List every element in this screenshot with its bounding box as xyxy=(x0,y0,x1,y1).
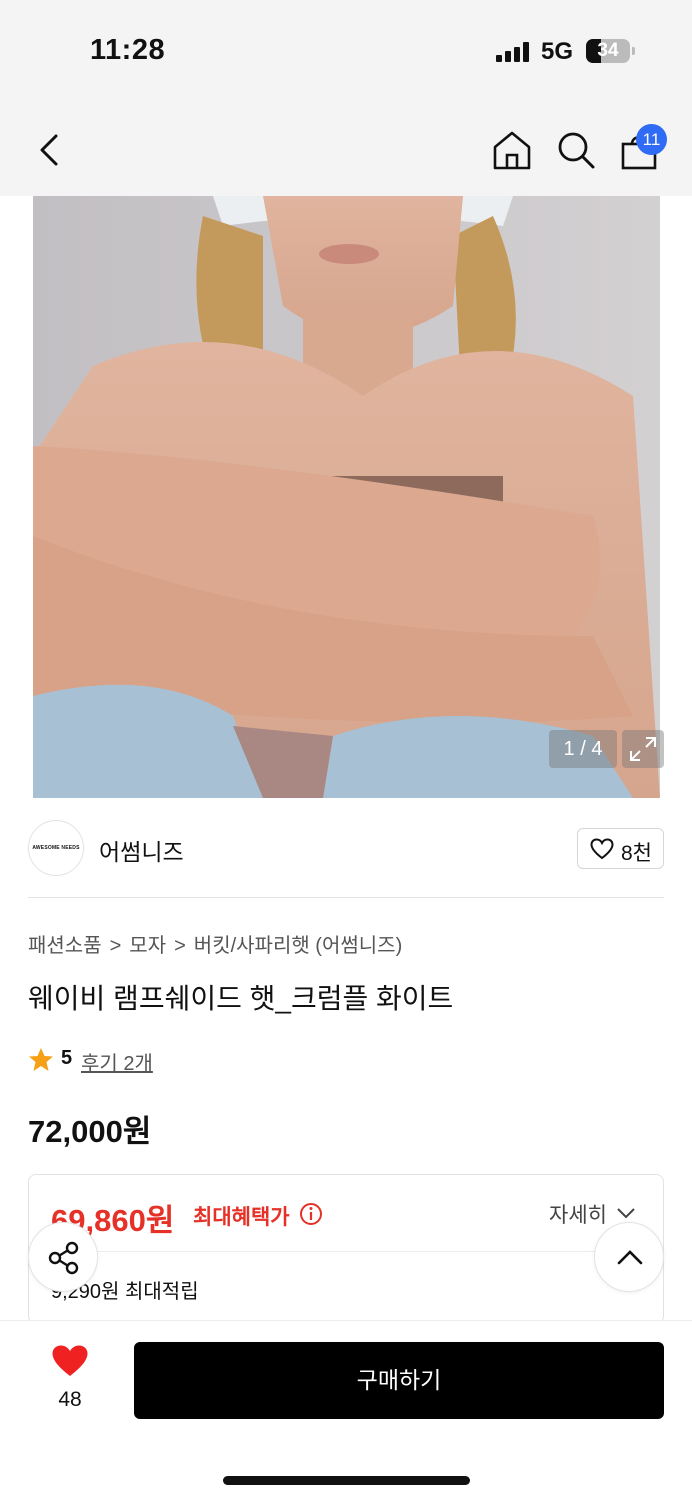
image-counter: 1 / 4 xyxy=(549,730,617,768)
status-time: 11:28 xyxy=(90,34,166,66)
brand-like-count: 8천 xyxy=(621,842,652,865)
top-nav-bar xyxy=(0,100,692,196)
review-link[interactable]: 후기 2개 xyxy=(81,1047,153,1076)
chevron-right-icon: > xyxy=(174,935,186,957)
expand-image-button[interactable] xyxy=(622,730,664,768)
chevron-down-icon xyxy=(617,1208,635,1219)
buy-button[interactable]: 구매하기 xyxy=(134,1342,664,1419)
rating-score: 5 xyxy=(61,1047,73,1069)
divider xyxy=(29,1251,663,1252)
brand-name[interactable]: 어썸니즈 xyxy=(99,833,184,867)
cart-count-badge: 11 xyxy=(636,124,667,155)
product-title: 웨이비 램프쉐이드 햇_크럼플 화이트 xyxy=(28,983,454,1014)
battery-level: 34 xyxy=(597,40,619,61)
wishlist-count: 48 xyxy=(58,1388,82,1411)
divider xyxy=(28,897,664,898)
share-icon xyxy=(48,1241,79,1275)
heart-outline-icon xyxy=(590,838,614,860)
signal-icon xyxy=(496,42,532,62)
scroll-top-button[interactable] xyxy=(594,1222,664,1292)
breadcrumb-item[interactable]: 버킷/사파리햇 (어썸니즈) xyxy=(194,935,402,957)
detail-toggle[interactable]: 자세히 xyxy=(549,1199,635,1229)
info-icon[interactable] xyxy=(299,1202,323,1226)
breadcrumb-item[interactable]: 패션소품 xyxy=(28,935,102,957)
star-icon xyxy=(29,1048,53,1071)
benefit-box: 69,860원 최대혜택가 자세히 9,290원 최대적립 xyxy=(28,1174,664,1324)
back-icon[interactable] xyxy=(28,126,72,174)
detail-toggle-label: 자세히 xyxy=(549,1204,607,1227)
home-icon[interactable] xyxy=(490,128,534,172)
max-benefit-label: 최대혜택가 xyxy=(193,1206,290,1229)
heart-filled-icon xyxy=(52,1345,88,1376)
status-bar: 11:28 5G 34 xyxy=(0,0,692,100)
brand-like-button[interactable]: 8천 xyxy=(577,828,664,869)
breadcrumb: 패션소품 > 모자 > 버킷/사파리햇 (어썸니즈) xyxy=(28,929,402,958)
search-icon[interactable] xyxy=(554,128,598,172)
product-photo[interactable] xyxy=(33,196,660,798)
chevron-up-icon xyxy=(617,1250,643,1265)
expand-icon xyxy=(630,737,656,761)
brand-logo-text: AWESOME NEEDS xyxy=(32,845,80,851)
home-indicator xyxy=(223,1476,470,1485)
brand-logo[interactable]: AWESOME NEEDS xyxy=(28,820,84,876)
wishlist-button[interactable]: 48 xyxy=(40,1342,100,1416)
share-button[interactable] xyxy=(28,1222,98,1292)
breadcrumb-item[interactable]: 모자 xyxy=(129,935,166,957)
chevron-right-icon: > xyxy=(109,935,122,957)
battery-icon: 34 xyxy=(586,39,630,63)
product-price: 72,000원 xyxy=(28,1114,152,1149)
network-label: 5G xyxy=(541,38,574,65)
